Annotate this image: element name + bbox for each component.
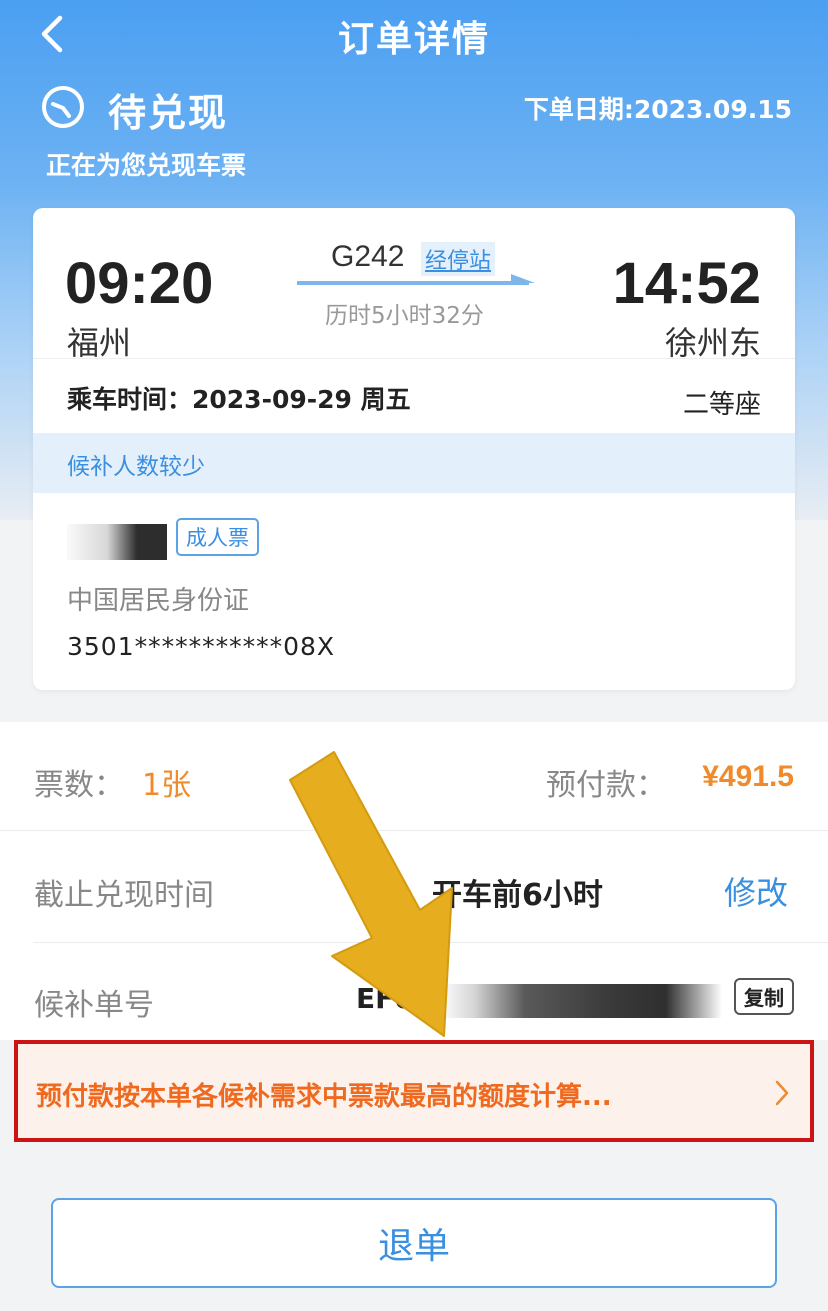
id-number: 3501***********08X — [67, 632, 336, 661]
prepay-label: 预付款： — [546, 768, 666, 803]
departure-time: 09:20 — [65, 251, 214, 316]
passenger-name-redacted — [67, 520, 167, 560]
ticket-qty-value: 1张 — [142, 768, 192, 803]
chevron-right-icon — [775, 1080, 789, 1106]
ride-time: 乘车时间：2023-09-29 周五 — [67, 385, 411, 414]
status-title: 待兑现 — [108, 91, 229, 135]
ticket-card: 09:20 福州 G242 经停站 历时5小时32分 14:52 徐州东 乘车时… — [33, 208, 795, 690]
order-info-panel: 票数： 1张 预付款： ¥491.5 截止兑现时间 开车前6小时 修改 候补单号… — [0, 722, 828, 1040]
train-number: G242 — [331, 240, 405, 273]
trip-duration: 历时5小时32分 — [325, 303, 484, 329]
ticket-type-badge: 成人票 — [176, 518, 259, 556]
arrival-time: 14:52 — [612, 251, 761, 316]
prepay-notice[interactable]: 预付款按本单各候补需求中票款最高的额度计算... — [14, 1040, 814, 1142]
nav-bar: 订单详情 — [0, 0, 828, 70]
seat-class: 二等座 — [682, 390, 761, 420]
id-type: 中国居民身份证 — [67, 586, 250, 616]
divider — [33, 942, 828, 943]
waitlist-no-label: 候补单号 — [34, 988, 154, 1023]
copy-button[interactable]: 复制 — [734, 978, 794, 1015]
page-title: 订单详情 — [337, 19, 490, 60]
waitlist-no-value: EF0 — [356, 982, 414, 1015]
direction-arrow-icon — [297, 274, 535, 285]
status-description: 正在为您兑现车票 — [46, 151, 247, 180]
divider — [0, 830, 828, 831]
refund-button[interactable]: 退单 — [51, 1198, 777, 1288]
waitlist-note: 候补人数较少 — [67, 454, 205, 480]
waitlist-bar: 候补人数较少 — [33, 433, 795, 493]
stops-link[interactable]: 经停站 — [421, 242, 496, 276]
order-date: 下单日期:2023.09.15 — [523, 95, 792, 124]
modify-button[interactable]: 修改 — [724, 868, 788, 914]
ticket-qty-label: 票数： — [34, 768, 124, 803]
redaction-blur — [67, 524, 167, 560]
notice-text: 预付款按本单各候补需求中票款最高的额度计算... — [36, 1082, 612, 1112]
deadline-value: 开车前6小时 — [432, 878, 603, 913]
redaction-blur — [440, 984, 722, 1018]
clock-icon — [42, 86, 84, 128]
prepay-value: ¥491.5 — [702, 760, 794, 793]
deadline-label: 截止兑现时间 — [34, 878, 214, 913]
divider — [33, 358, 795, 359]
